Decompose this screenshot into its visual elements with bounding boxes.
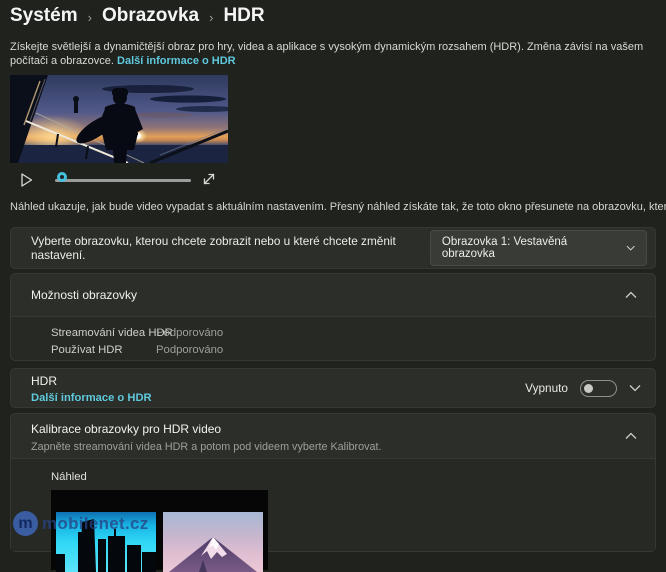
breadcrumb-hdr: HDR [223,5,264,27]
option-label: Streamování videa HDR [51,327,156,339]
preview-note: Náhled ukazuje, jak bude video vypadat s… [10,201,666,213]
calibration-title: Kalibrace obrazovky pro HDR video [31,422,221,436]
option-value: Podporováno [156,344,223,356]
option-row-hdr-streaming: Streamování videa HDR Podporováno [51,324,655,341]
calibration-subtitle: Zapněte streamování videa HDR a potom po… [31,441,381,453]
breadcrumb-separator-icon: › [88,8,92,25]
video-progress-slider[interactable] [55,166,191,194]
option-row-use-hdr: Používat HDR Podporováno [51,341,655,358]
hdr-toggle-group: Vypnuto [525,380,641,397]
slider-track[interactable] [55,179,191,182]
watermark: m mobilenet.cz [13,511,149,536]
video-player-controls [10,166,228,194]
sunset-scene [10,75,228,163]
hdr-state-label: Vypnuto [525,381,568,395]
toggle-knob [584,384,593,393]
display-options-body: Streamování videa HDR Podporováno Použív… [11,316,655,360]
watermark-text: mobilenet.cz [42,514,149,534]
hdr-setting-labels: HDR Další informace o HDR [31,372,152,404]
fullscreen-icon[interactable] [201,171,217,187]
display-select-card: Vyberte obrazovku, kterou chcete zobrazi… [10,227,656,269]
chevron-down-icon[interactable] [629,384,641,392]
breadcrumb-system[interactable]: Systém [10,5,78,27]
play-icon[interactable] [17,171,35,189]
breadcrumb: Systém › Obrazovka › HDR [10,5,265,27]
display-select-label: Vyberte obrazovku, kterou chcete zobrazi… [31,234,430,262]
chevron-up-icon[interactable] [625,291,637,299]
hdr-setting-title: HDR [31,374,57,388]
calibration-body: Náhled [11,458,655,551]
display-select-value: Obrazovka 1: Vestavěná obrazovka [442,236,613,260]
display-select-dropdown[interactable]: Obrazovka 1: Vestavěná obrazovka [430,230,647,266]
option-label: Používat HDR [51,344,156,356]
mountain-preview-image [163,512,263,572]
hdr-toggle-switch[interactable] [580,380,617,397]
calibration-header[interactable]: Kalibrace obrazovky pro HDR video Zapnět… [11,414,655,458]
chevron-down-icon [626,245,635,251]
breadcrumb-display[interactable]: Obrazovka [102,5,199,27]
hdr-toggle-card: HDR Další informace o HDR Vypnuto [10,368,656,408]
display-options-header[interactable]: Možnosti obrazovky [11,274,655,316]
calibration-labels: Kalibrace obrazovky pro HDR video Zapnět… [31,420,381,453]
calibration-preview-label: Náhled [51,471,87,483]
hdr-video-preview-image [10,75,228,163]
page-description-text: Získejte světlejší a dynamičtější obraz … [10,41,643,67]
display-options-card: Možnosti obrazovky Streamování videa HDR… [10,273,656,361]
hdr-learn-more-link[interactable]: Další informace o HDR [31,392,152,404]
option-value: Podporováno [156,327,223,339]
breadcrumb-separator-icon: › [209,8,213,25]
chevron-up-icon[interactable] [625,432,637,440]
page-description: Získejte světlejší a dynamičtější obraz … [10,40,658,68]
learn-more-hdr-link[interactable]: Další informace o HDR [117,55,236,67]
display-options-title: Možnosti obrazovky [31,288,137,302]
watermark-logo-icon: m [13,511,38,536]
slider-thumb[interactable] [57,172,67,182]
